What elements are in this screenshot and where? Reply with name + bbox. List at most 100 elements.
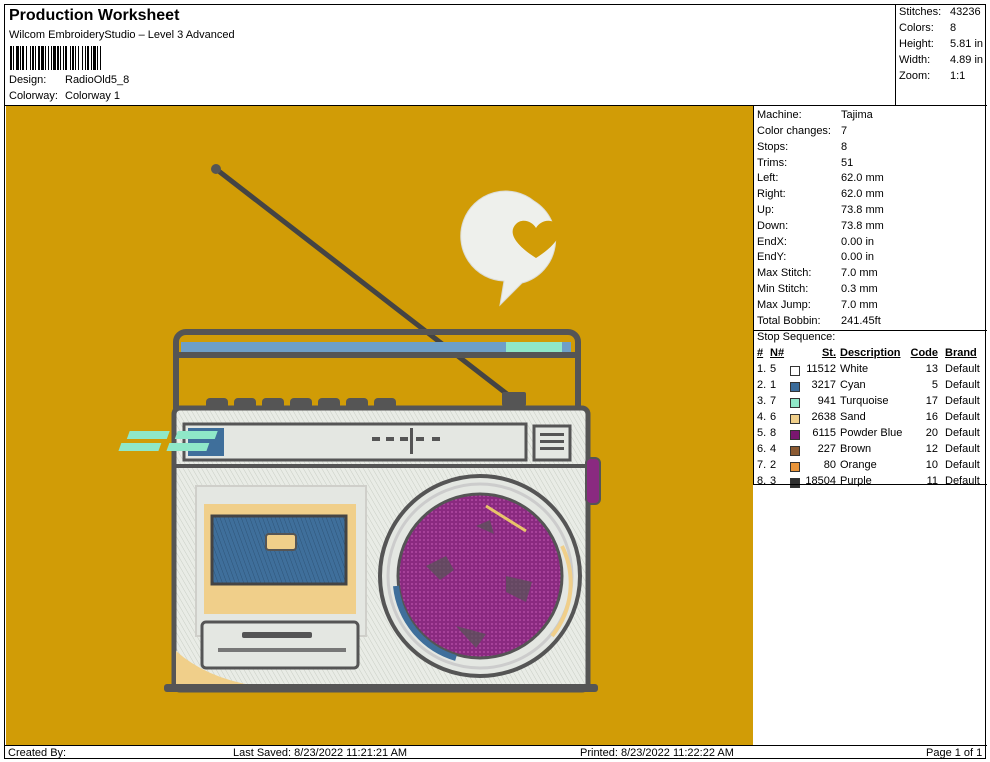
- stat-value: 5.81 in: [950, 38, 984, 50]
- stop-row: 2. 1 3217 Cyan 5 Default: [754, 379, 987, 395]
- stop-row: 4. 6 2638 Sand 16 Default: [754, 411, 987, 427]
- stop-needle: 3: [770, 475, 777, 487]
- stat-value: 4.89 in: [950, 54, 984, 66]
- stop-code: 17: [925, 395, 938, 407]
- info-label: EndX:: [757, 236, 787, 248]
- stop-stitches: 227: [817, 443, 836, 455]
- info-label: Min Stitch:: [757, 283, 809, 295]
- stat-label: Height:: [899, 38, 934, 50]
- stat-label: Width:: [899, 54, 931, 66]
- info-total-bobbin: Total Bobbin: 241.45ft: [757, 315, 881, 327]
- stop-needle: 1: [770, 379, 777, 391]
- barcode-image: [10, 46, 101, 70]
- stop-row: 5. 8 6115 Powder Blue 20 Default: [754, 427, 987, 443]
- created-by: Created By:: [8, 747, 67, 759]
- worksheet-header: Production Worksheet Wilcom EmbroiderySt…: [5, 5, 896, 105]
- info-value: 8: [841, 141, 848, 153]
- stop-needle: 6: [770, 411, 777, 423]
- stop-brand: Default: [945, 395, 980, 407]
- design-preview: [6, 106, 753, 746]
- color-swatch: [790, 446, 800, 456]
- info-endy: EndY: 0.00 in: [757, 251, 874, 263]
- stop-description: Purple: [840, 475, 872, 487]
- color-swatch: [790, 382, 800, 392]
- stat-width: Width: 4.89 in: [899, 54, 983, 66]
- stop-description: Turquoise: [840, 395, 889, 407]
- stop-stitches: 2638: [811, 411, 836, 423]
- stop-description: Sand: [840, 411, 866, 423]
- stop-needle: 7: [770, 395, 777, 407]
- stop-idx: 5.: [757, 427, 767, 439]
- info-label: Left:: [757, 172, 779, 184]
- col-needle: N#: [770, 347, 785, 359]
- color-swatch: [790, 430, 800, 440]
- info-label: Total Bobbin:: [757, 315, 821, 327]
- design-value: RadioOld5_8: [65, 74, 130, 86]
- color-swatch: [790, 478, 800, 488]
- stop-idx: 7.: [757, 459, 767, 471]
- colorway-value: Colorway 1: [65, 90, 121, 102]
- info-label: Up:: [757, 204, 775, 216]
- stat-zoom: Zoom: 1:1: [899, 70, 965, 82]
- stop-idx: 1.: [757, 363, 767, 375]
- col-code: Code: [910, 347, 939, 359]
- stop-idx: 8.: [757, 475, 767, 487]
- info-stops: Stops: 8: [757, 141, 847, 153]
- info-label: Machine:: [757, 109, 802, 121]
- stop-needle: 2: [770, 459, 777, 471]
- info-up: Up: 73.8 mm: [757, 204, 884, 216]
- info-value: 0.00 in: [841, 236, 875, 248]
- color-swatch: [790, 414, 800, 424]
- stop-brand: Default: [945, 427, 980, 439]
- info-trims: Trims: 51: [757, 157, 853, 169]
- info-value: 62.0 mm: [841, 188, 884, 200]
- stop-code: 20: [925, 427, 938, 439]
- color-swatch: [790, 398, 800, 408]
- colorway-label: Colorway:: [9, 90, 58, 102]
- info-min-stitch: Min Stitch: 0.3 mm: [757, 283, 878, 295]
- stop-needle: 5: [770, 363, 777, 375]
- stat-value: 8: [950, 22, 957, 34]
- col-brand: Brand: [945, 347, 977, 359]
- stop-stitches: 80: [823, 459, 836, 471]
- stat-label: Stitches:: [899, 6, 942, 18]
- stop-description: Powder Blue: [840, 427, 903, 439]
- info-value: 7.0 mm: [841, 299, 878, 311]
- design-row: Design: RadioOld5_8: [9, 74, 129, 86]
- info-bottom-divider: [754, 484, 987, 485]
- stop-row: 7. 2 80 Orange 10 Default: [754, 459, 987, 475]
- info-machine: Machine: Tajima: [757, 109, 873, 121]
- info-value: 73.8 mm: [841, 204, 884, 216]
- info-value: 51: [841, 157, 854, 169]
- page-number: Page 1 of 1: [926, 747, 983, 759]
- stop-stitches: 18504: [805, 475, 836, 487]
- color-swatch: [790, 462, 800, 472]
- last-saved: Last Saved: 8/23/2022 11:21:21 AM: [233, 747, 408, 759]
- info-max-jump: Max Jump: 7.0 mm: [757, 299, 878, 311]
- stop-brand: Default: [945, 379, 980, 391]
- stop-code: 5: [931, 379, 938, 391]
- stop-brand: Default: [945, 475, 980, 487]
- info-max-stitch: Max Stitch: 7.0 mm: [757, 267, 878, 279]
- design-label: Design:: [9, 74, 47, 86]
- printed-date: Printed: 8/23/2022 11:22:22 AM: [580, 747, 734, 759]
- stop-stitches: 3217: [811, 379, 836, 391]
- info-value: Tajima: [841, 109, 873, 121]
- stat-label: Zoom:: [899, 70, 931, 82]
- colorway-row: Colorway: Colorway 1: [9, 90, 120, 102]
- stop-sequence-header: # N# St. Description Code Brand: [754, 347, 987, 363]
- stop-brand: Default: [945, 411, 980, 423]
- stat-value: 43236: [950, 6, 981, 18]
- info-left: Left: 62.0 mm: [757, 172, 884, 184]
- worksheet-frame: Production Worksheet Wilcom EmbroiderySt…: [4, 4, 987, 759]
- stat-height: Height: 5.81 in: [899, 38, 983, 50]
- info-value: 0.3 mm: [841, 283, 878, 295]
- stat-colors: Colors: 8: [899, 22, 956, 34]
- stop-code: 16: [925, 411, 938, 423]
- info-label: EndY:: [757, 251, 787, 263]
- info-value: 73.8 mm: [841, 220, 884, 232]
- stop-brand: Default: [945, 459, 980, 471]
- stop-code: 13: [925, 363, 938, 375]
- info-value: 241.45ft: [841, 315, 881, 327]
- info-color-changes: Color changes: 7: [757, 125, 847, 137]
